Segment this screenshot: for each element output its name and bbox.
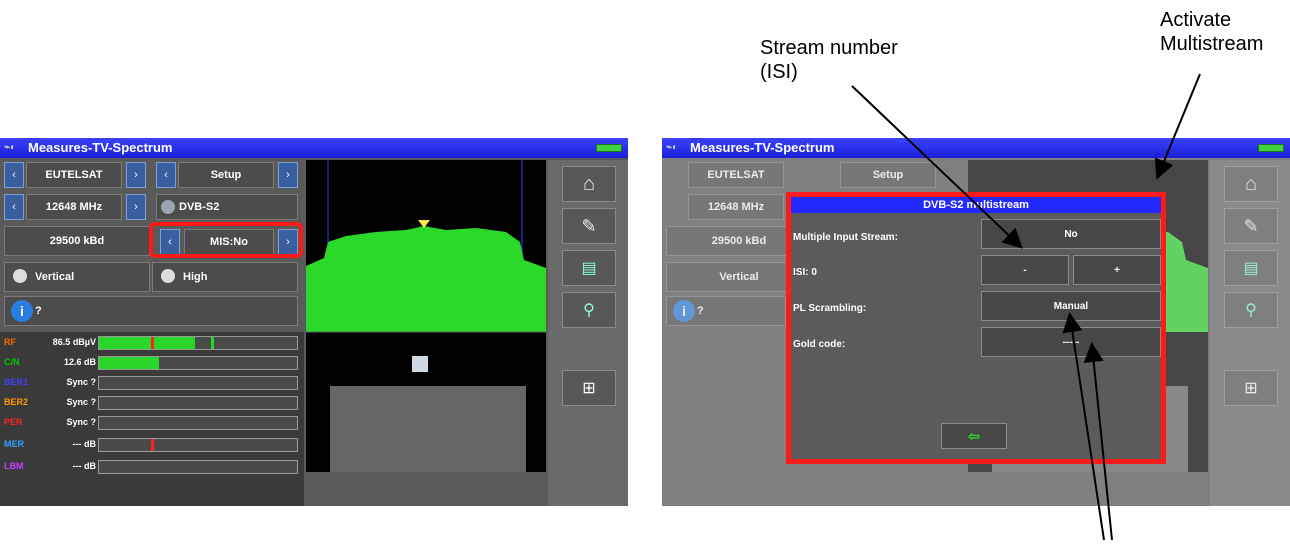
sat-next-button[interactable]: ›: [126, 162, 146, 188]
setup-next-button[interactable]: ›: [278, 162, 298, 188]
level-bar: [98, 336, 298, 350]
layout-button[interactable]: ⊞: [562, 370, 616, 406]
measure-row-ber1: BER1 Sync ?: [0, 374, 302, 392]
measure-row-cn: C/N 12.6 dB: [0, 354, 302, 372]
symbol-rate-field[interactable]: 29500 kBd: [4, 226, 150, 256]
lnb-icon: [13, 269, 27, 283]
spectrum-plot: [306, 160, 546, 472]
window-title: Measures-TV-Spectrum: [690, 140, 835, 155]
display-button[interactable]: ▤: [562, 250, 616, 286]
mis-label: Multiple Input Stream:: [793, 232, 898, 243]
gold-code-label: Gold code:: [793, 339, 846, 350]
back-button[interactable]: ⇦: [941, 423, 1007, 449]
frequency-field[interactable]: 12648 MHz: [26, 194, 122, 220]
home-button[interactable]: ⌂: [562, 166, 616, 202]
setup-prev-button[interactable]: ‹: [156, 162, 176, 188]
level-bar: [98, 376, 298, 390]
back-arrow-icon: ⇦: [968, 427, 980, 444]
level-bar: [98, 396, 298, 410]
measure-row-ber2: BER2 Sync ?: [0, 394, 302, 412]
battery-icon: [1258, 144, 1284, 152]
measure-name: BER1: [4, 377, 29, 387]
info-bar[interactable]: i ?: [4, 296, 298, 326]
measure-row-rf: RF 86.5 dBµV: [0, 334, 302, 352]
home-icon: ⌂: [582, 172, 596, 195]
band-button[interactable]: High: [152, 262, 298, 292]
measure-value: --- dB: [72, 461, 97, 471]
measure-name: C/N: [4, 357, 20, 367]
freq-prev-button[interactable]: ‹: [4, 194, 24, 220]
level-bar: [98, 460, 298, 474]
measure-value: 12.6 dB: [63, 357, 96, 367]
scrambling-label: PL Scrambling:: [793, 303, 867, 314]
dialog-title: DVB-S2 multistream: [791, 197, 1161, 213]
sat-prev-button[interactable]: ‹: [4, 162, 24, 188]
measure-name: RF: [4, 337, 16, 347]
isi-minus-button[interactable]: -: [981, 255, 1069, 285]
edit-button[interactable]: ✎: [562, 208, 616, 244]
antenna-icon: ⌁◐: [666, 142, 679, 153]
right-screen: ⌁◐ Measures-TV-Spectrum EUTELSAT Setup 1…: [662, 138, 1290, 506]
antenna-icon: ⌁◐: [4, 142, 17, 153]
title-bar: ⌁◐ Measures-TV-Spectrum: [0, 138, 628, 158]
satellite-field[interactable]: EUTELSAT: [26, 162, 122, 188]
zoom-button[interactable]: ⚲: [562, 292, 616, 328]
annotation-stream-number: Stream number (ISI): [760, 37, 898, 83]
measure-name: BER2: [4, 397, 29, 407]
scrambling-button[interactable]: Manual: [981, 291, 1161, 321]
annotation-activate-multistream: Activate Multistream: [1160, 9, 1264, 55]
polarization-button[interactable]: Vertical: [4, 262, 150, 292]
measure-name: PER: [4, 417, 23, 427]
setup-button[interactable]: Setup: [178, 162, 274, 188]
zoom-icon: ⚲: [583, 302, 595, 319]
spectrum-display[interactable]: [306, 160, 546, 472]
multistream-highlight: [149, 222, 303, 258]
measure-value: --- dB: [72, 439, 97, 449]
lnb-icon-2: [161, 269, 175, 283]
gold-code-field[interactable]: -----: [981, 327, 1161, 357]
side-toolbar: ⌂ ✎ ▤ ⚲ ⊞: [548, 160, 628, 506]
measure-row-per: PER Sync ?: [0, 414, 302, 432]
window-title: Measures-TV-Spectrum: [28, 140, 173, 155]
left-screen: ⌁◐ Measures-TV-Spectrum ‹ EUTELSAT › ‹ S…: [0, 138, 628, 506]
grid-icon: ⊞: [582, 380, 596, 397]
battery-icon: [596, 144, 622, 152]
freq-next-button[interactable]: ›: [126, 194, 146, 220]
mis-toggle-button[interactable]: No: [981, 219, 1161, 249]
measure-value: 86.5 dBµV: [52, 337, 96, 347]
measure-row-lbm: LBM --- dB: [0, 458, 302, 476]
level-bar: [98, 438, 298, 452]
isi-label: ISI: 0: [793, 267, 817, 278]
info-icon: i: [11, 300, 33, 322]
measure-row-mer: MER --- dB: [0, 436, 302, 454]
edit-icon: ✎: [581, 215, 597, 236]
measures-panel: RF 86.5 dBµV C/N 12.6 dB BER1 Sync ? BER…: [0, 332, 304, 506]
level-bar: [98, 416, 298, 430]
standard-field[interactable]: DVB-S2: [156, 194, 298, 220]
level-bar: [98, 356, 298, 370]
measure-name: MER: [4, 439, 24, 449]
dish-icon: [161, 200, 175, 214]
measure-value: Sync ?: [66, 397, 96, 407]
measure-value: Sync ?: [66, 417, 96, 427]
isi-plus-button[interactable]: +: [1073, 255, 1161, 285]
title-bar: ⌁◐ Measures-TV-Spectrum: [662, 138, 1290, 158]
measure-name: LBM: [4, 461, 24, 471]
multistream-dialog: DVB-S2 multistream Multiple Input Stream…: [786, 192, 1166, 464]
display-icon: ▤: [581, 260, 597, 277]
measure-value: Sync ?: [66, 377, 96, 387]
